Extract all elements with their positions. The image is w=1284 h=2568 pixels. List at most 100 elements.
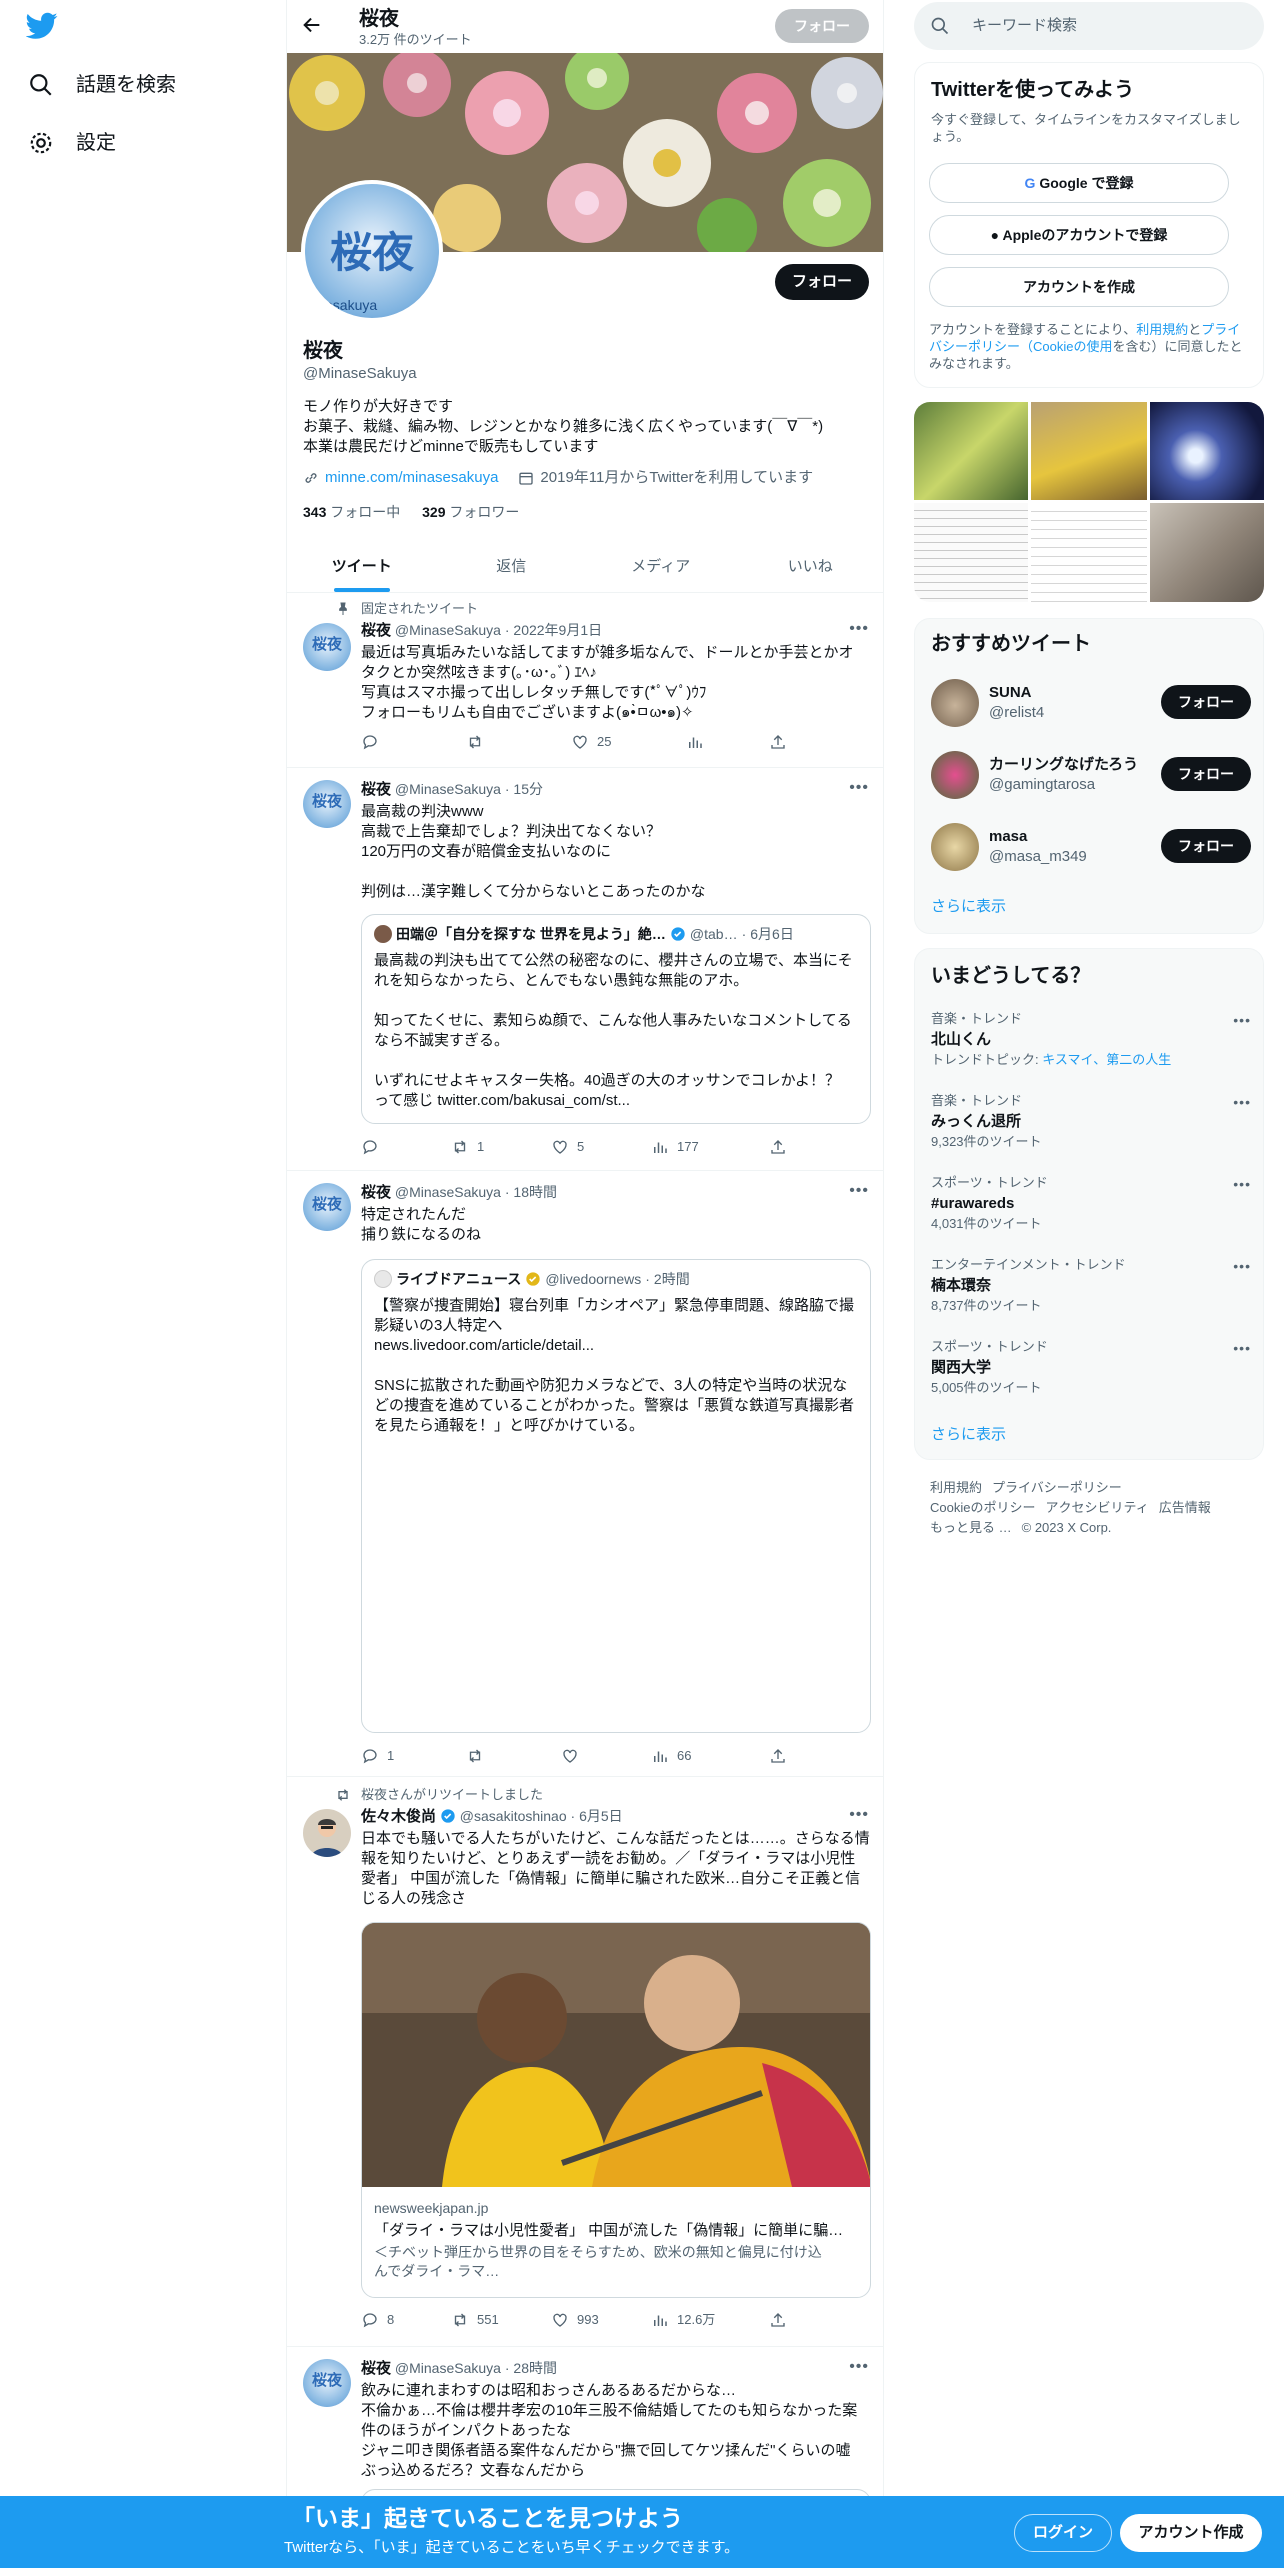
header-follow-button[interactable]: フォロー: [775, 9, 869, 43]
login-button[interactable]: ログイン: [1014, 2514, 1112, 2552]
more-options-icon[interactable]: •••: [849, 1181, 869, 1202]
quote-tweet-card[interactable]: 田端＠「自分を探すな 世界を見よう」絶… @tab… · 6月6日 最高裁の判決…: [361, 914, 871, 1124]
more-options-icon[interactable]: •••: [1233, 1175, 1251, 1193]
recommended-user[interactable]: SUNA @relist4 フォロー: [931, 675, 1251, 731]
following-label[interactable]: フォロー中: [330, 504, 400, 520]
footer-ads-link[interactable]: 広告情報: [1159, 1500, 1211, 1515]
tweet-time[interactable]: 6月5日: [579, 1808, 623, 1824]
tweet-author-handle[interactable]: @sasakitoshinao: [460, 1808, 567, 1824]
tweet-author-name[interactable]: 桜夜: [361, 2360, 391, 2377]
reply-button[interactable]: [361, 1138, 379, 1156]
more-options-icon[interactable]: •••: [849, 2357, 869, 2378]
footer-accessibility-link[interactable]: アクセシビリティ: [1045, 1500, 1148, 1515]
profile-avatar[interactable]: 桜夜 esakuya: [301, 180, 443, 322]
tweet-item[interactable]: 桜夜 桜夜 @MinaseSakuya · 15分 ••• 最高裁の判決www …: [287, 768, 883, 1171]
retweet-button[interactable]: [466, 1747, 484, 1765]
retweet-button[interactable]: 1: [451, 1138, 484, 1156]
terms-link[interactable]: 利用規約: [1136, 322, 1188, 337]
follow-button[interactable]: フォロー: [1161, 829, 1251, 863]
twitter-bird-icon[interactable]: [26, 12, 58, 40]
footer-terms-link[interactable]: 利用規約: [930, 1480, 982, 1495]
nav-settings[interactable]: 設定: [28, 130, 116, 156]
like-button[interactable]: 993: [551, 2311, 599, 2329]
tweet-time[interactable]: 18時間: [513, 1184, 557, 1200]
more-options-icon[interactable]: •••: [1233, 1257, 1251, 1275]
views-button[interactable]: [686, 733, 704, 751]
retweet-button[interactable]: 551: [451, 2311, 499, 2329]
retweeted-by-label[interactable]: 桜夜さんがリツイートしました: [361, 1787, 543, 1804]
tweet-author-name[interactable]: 佐々木俊尚: [361, 1808, 436, 1825]
profile-follow-button[interactable]: フォロー: [775, 264, 869, 300]
trend-topic-link[interactable]: キスマイ、第二の人生: [1042, 1052, 1171, 1067]
tweet-avatar[interactable]: [303, 1809, 351, 1857]
share-button[interactable]: [769, 733, 787, 751]
more-options-icon[interactable]: •••: [1233, 1093, 1251, 1111]
tweet-item[interactable]: 桜夜さんがリツイートしました 佐々木俊尚 @sasakitoshinao · 6…: [287, 1777, 883, 2347]
google-signup-button[interactable]: G Google で登録: [929, 163, 1229, 203]
tweet-author-handle[interactable]: @MinaseSakuya: [395, 1184, 501, 1200]
media-thumbnail[interactable]: [1031, 503, 1147, 602]
follow-button[interactable]: フォロー: [1161, 757, 1251, 791]
tab-replies[interactable]: 返信: [437, 540, 587, 592]
tweet-item[interactable]: 桜夜 桜夜 @MinaseSakuya · 18時間 ••• 特定されたんだ 捕…: [287, 1171, 883, 1777]
tab-media[interactable]: メディア: [586, 540, 736, 592]
more-options-icon[interactable]: •••: [1233, 1011, 1251, 1029]
views-button[interactable]: 66: [651, 1747, 691, 1765]
tweet-author-handle[interactable]: @MinaseSakuya: [395, 622, 501, 638]
search-input[interactable]: キーワード検索: [972, 16, 1077, 36]
followers-label[interactable]: フォロワー: [449, 504, 519, 520]
signup-button[interactable]: アカウント作成: [1120, 2514, 1262, 2552]
trend-item[interactable]: スポーツ・トレンド #urawareds 4,031件のツイート •••: [931, 1175, 1251, 1233]
tab-likes[interactable]: いいね: [736, 540, 884, 592]
create-account-button[interactable]: アカウントを作成: [929, 267, 1229, 307]
media-thumbnail[interactable]: [1031, 402, 1147, 500]
quote-tweet-card[interactable]: ライブドアニュース @livedoornews · 2時間 【警察が捜査開始】寝…: [361, 1259, 871, 1733]
tweet-author-handle[interactable]: @MinaseSakuya: [395, 781, 501, 797]
tweet-time[interactable]: 2022年9月1日: [513, 622, 602, 638]
more-options-icon[interactable]: •••: [1233, 1339, 1251, 1357]
footer-cookie-link[interactable]: Cookieのポリシー: [930, 1500, 1035, 1515]
tweet-author-name[interactable]: 桜夜: [361, 622, 391, 639]
share-button[interactable]: [769, 2311, 787, 2329]
tweet-author-name[interactable]: 桜夜: [361, 1184, 391, 1201]
show-more-link[interactable]: さらに表示: [931, 1425, 1006, 1445]
nav-explore[interactable]: 話題を検索: [28, 72, 176, 98]
tweet-author-handle[interactable]: @MinaseSakuya: [395, 2360, 501, 2376]
footer-privacy-link[interactable]: プライバシーポリシー: [992, 1480, 1122, 1495]
tweet-avatar[interactable]: 桜夜: [303, 2359, 351, 2407]
reply-button[interactable]: 1: [361, 1747, 394, 1765]
like-button[interactable]: [561, 1747, 579, 1765]
reply-button[interactable]: 8: [361, 2311, 394, 2329]
share-button[interactable]: [769, 1747, 787, 1765]
views-button[interactable]: 177: [651, 1138, 699, 1156]
tweet-time[interactable]: 15分: [513, 781, 543, 797]
more-options-icon[interactable]: •••: [849, 619, 869, 640]
tweet-time[interactable]: 28時間: [513, 2360, 557, 2376]
follow-button[interactable]: フォロー: [1161, 685, 1251, 719]
apple-signup-button[interactable]: ● Appleのアカウントで登録: [929, 215, 1229, 255]
tweet-avatar[interactable]: 桜夜: [303, 1183, 351, 1231]
search-box[interactable]: キーワード検索: [914, 2, 1264, 50]
trend-item[interactable]: 音楽・トレンド みっくん退所 9,323件のツイート •••: [931, 1093, 1251, 1151]
media-thumbnail[interactable]: [914, 402, 1028, 500]
reply-button[interactable]: [361, 733, 379, 751]
retweet-button[interactable]: [466, 733, 484, 751]
like-button[interactable]: 25: [571, 733, 611, 751]
profile-link[interactable]: minne.com/minasesakuya: [325, 468, 498, 488]
more-options-icon[interactable]: •••: [849, 1805, 869, 1826]
media-thumbnail[interactable]: [1150, 402, 1264, 500]
trend-item[interactable]: スポーツ・トレンド 関西大学 5,005件のツイート •••: [931, 1339, 1251, 1397]
back-arrow-icon[interactable]: [301, 14, 323, 36]
views-button[interactable]: 12.6万: [651, 2311, 715, 2329]
link-card[interactable]: newsweekjapan.jp 「ダライ・ラマは小児性愛者」 中国が流した「偽…: [361, 1922, 871, 2298]
more-options-icon[interactable]: •••: [849, 778, 869, 799]
tweet-avatar[interactable]: 桜夜: [303, 780, 351, 828]
trend-item[interactable]: エンターテインメント・トレンド 楠本環奈 8,737件のツイート •••: [931, 1257, 1251, 1315]
footer-more-link[interactable]: もっと見る …: [930, 1520, 1012, 1535]
tweet-avatar[interactable]: 桜夜: [303, 623, 351, 671]
following-count[interactable]: 343: [303, 504, 326, 520]
tweet-item[interactable]: 固定されたツイート 桜夜 桜夜 @MinaseSakuya · 2022年9月1…: [287, 593, 883, 768]
share-button[interactable]: [769, 1138, 787, 1156]
tab-tweets[interactable]: ツイート: [287, 540, 437, 592]
media-thumbnail[interactable]: [914, 503, 1028, 602]
